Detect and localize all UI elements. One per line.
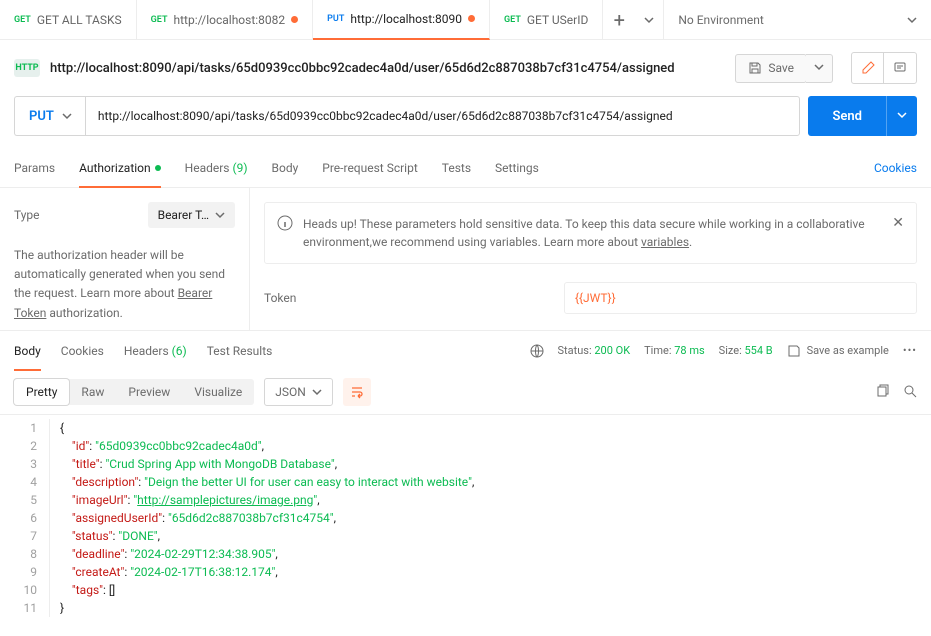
wrap-lines-button[interactable] [343,378,371,406]
status-value: 200 OK [594,344,630,357]
format-select[interactable]: JSON [264,378,333,406]
method-select[interactable]: PUT [14,96,86,136]
url-input[interactable] [85,96,801,136]
auth-type-select[interactable]: Bearer T… [148,202,235,228]
view-raw[interactable]: Raw [69,379,116,405]
response-info: Status: 200 OK Time: 78 ms Size: 554 B S… [530,344,918,358]
status-dot [155,165,161,171]
comment-icon [893,61,907,75]
send-dropdown-button[interactable] [886,96,917,136]
auth-right-panel: Heads up! These parameters hold sensitiv… [250,188,931,330]
method-badge: GET [14,15,31,25]
save-label: Save [768,61,794,75]
edit-button[interactable] [852,53,884,83]
response-body[interactable]: 1{2 "id": "65d0939cc0bbc92cadec4a0d",3 "… [0,415,931,621]
tab-headers[interactable]: Headers (9) [185,148,248,188]
info-icon [277,215,293,231]
type-label: Type [14,208,40,222]
environment-select[interactable]: No Environment [663,0,931,40]
search-button[interactable] [903,384,917,401]
tab-auth-label: Authorization [79,161,151,175]
banner-text: Heads up! These parameters hold sensitiv… [303,215,882,251]
view-visualize[interactable]: Visualize [182,379,254,405]
view-pretty[interactable]: Pretty [14,379,69,405]
tab-title: http://localhost:8090 [350,12,462,26]
auth-type-value: Bearer T… [158,208,209,222]
resp-tab-headers[interactable]: Headers (6) [124,331,187,371]
tab-title: GET ALL TASKS [37,13,122,27]
tab-tests[interactable]: Tests [442,148,471,188]
icon-group [851,52,917,84]
save-dropdown-button[interactable] [806,54,833,83]
chevron-down-icon [62,111,72,121]
tabs-bar: GET GET ALL TASKS GET http://localhost:808… [0,0,931,40]
chevron-down-icon [644,15,654,25]
variables-link[interactable]: variables [641,235,689,249]
wrap-icon [350,385,364,399]
tab-title: http://localhost:8082 [174,13,286,27]
tab-3[interactable]: GET GET USerID [490,0,603,40]
auth-area: Type Bearer T… The authorization header … [0,188,931,330]
size-value: 554 B [744,344,772,357]
method-badge: GET [151,15,168,25]
unsaved-dot [291,16,298,23]
new-tab-button[interactable]: + [603,8,635,32]
unsaved-dot [468,15,475,22]
resp-headers-count: (6) [172,344,187,358]
request-tabs: Params Authorization Headers (9) Body Pr… [0,148,931,188]
search-icon [903,384,917,398]
pencil-icon [861,61,875,75]
more-options-button[interactable]: ••• [903,344,917,357]
copy-button[interactable] [875,384,889,401]
info-banner: Heads up! These parameters hold sensitiv… [264,202,917,264]
comment-button[interactable] [884,53,916,83]
auth-left-panel: Type Bearer T… The authorization header … [0,188,250,330]
http-icon: HTTP [14,59,40,77]
tab-authorization[interactable]: Authorization [79,148,161,188]
title-bar: HTTP http://localhost:8090/api/tasks/65d… [0,40,931,96]
auth-description: The authorization header will be automat… [14,246,235,323]
method-badge: PUT [327,14,344,24]
tab-overflow-button[interactable] [635,15,663,25]
environment-label: No Environment [678,13,763,27]
method-badge: GET [504,15,521,25]
view-preview[interactable]: Preview [116,379,182,405]
close-banner-button[interactable]: ✕ [892,215,904,231]
tab-body[interactable]: Body [272,148,299,188]
save-icon [787,344,801,358]
chevron-down-icon [907,15,917,25]
save-as-example-button[interactable]: Save as example [787,344,889,358]
cookies-link[interactable]: Cookies [874,161,917,175]
token-label: Token [264,291,544,305]
send-label: Send [832,109,862,124]
headers-count: (9) [232,161,247,175]
token-input[interactable] [564,282,917,314]
tab-1[interactable]: GET http://localhost:8082 [137,0,313,40]
url-row: PUT Send [0,96,931,148]
tab-settings[interactable]: Settings [495,148,539,188]
resp-tab-test-results[interactable]: Test Results [207,331,273,371]
tab-params[interactable]: Params [14,148,55,188]
tab-prerequest[interactable]: Pre-request Script [322,148,417,188]
tab-title: GET USerID [527,13,589,27]
resp-tab-body[interactable]: Body [14,331,41,371]
tab-0[interactable]: GET GET ALL TASKS [0,0,137,40]
send-button[interactable]: Send [808,96,886,136]
globe-icon[interactable] [530,344,544,358]
copy-icon [875,384,889,398]
resp-tab-cookies[interactable]: Cookies [61,331,104,371]
chevron-down-icon [897,110,907,120]
tab-headers-label: Headers [185,161,230,175]
time-value: 78 ms [674,344,704,357]
chevron-down-icon [215,210,225,220]
tab-2[interactable]: PUT http://localhost:8090 [313,0,490,40]
view-tabs: Pretty Raw Preview Visualize JSON [0,370,931,415]
method-value: PUT [29,109,54,124]
request-title: http://localhost:8090/api/tasks/65d0939c… [50,61,725,76]
save-icon [748,61,762,75]
chevron-down-icon [312,387,322,397]
chevron-down-icon [814,62,824,72]
response-tabs: Body Cookies Headers (6) Test Results St… [0,330,931,370]
save-button[interactable]: Save [735,54,807,83]
